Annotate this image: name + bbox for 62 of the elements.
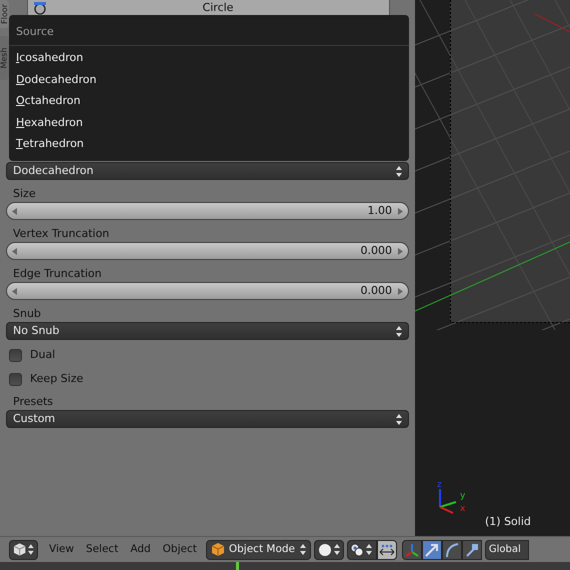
up-down-arrows-icon	[366, 543, 372, 556]
manipulator-button[interactable]	[462, 540, 482, 560]
dropdown[interactable]: Dodecahedron	[6, 162, 409, 180]
menu-title: Source	[16, 24, 54, 40]
checkbox-label: Keep Size	[30, 370, 84, 387]
sphere-icon	[318, 542, 332, 556]
number-field[interactable]: 1.00	[6, 202, 409, 220]
up-down-arrows-icon	[396, 412, 402, 426]
mode-dropdown[interactable]: Object Mode	[206, 540, 311, 560]
dropdown[interactable]: Custom	[6, 410, 409, 428]
up-down-arrows-icon	[396, 164, 402, 178]
field-label: Vertex Truncation	[12, 226, 110, 242]
field-label: Presets	[12, 394, 54, 410]
pivot-icon	[350, 542, 364, 556]
left-arrow-icon[interactable]	[12, 208, 17, 214]
menu-item[interactable]: Dodecahedron	[9, 69, 409, 91]
menu-item[interactable]: Tetrahedron	[9, 134, 409, 156]
shading-dropdown[interactable]	[314, 540, 344, 560]
checkbox[interactable]	[9, 372, 22, 386]
up-down-arrows-icon	[334, 543, 340, 556]
menu-button[interactable]: Select	[86, 542, 118, 558]
axis-label: y	[460, 491, 466, 501]
side-tab[interactable]: Floor	[0, 0, 9, 28]
manipulator-button[interactable]	[442, 540, 462, 560]
right-arrow-icon[interactable]	[398, 288, 403, 294]
field-label: Size	[12, 186, 37, 202]
right-arrow-icon[interactable]	[398, 208, 403, 214]
checkbox[interactable]	[9, 348, 22, 362]
arrow-icon	[424, 542, 440, 558]
manipulator-button[interactable]	[402, 540, 422, 560]
arc-icon	[444, 542, 460, 558]
field-label: Snub	[12, 306, 42, 322]
menu-button[interactable]: Object	[162, 542, 197, 558]
left-arrow-icon[interactable]	[12, 288, 17, 294]
axes-icon	[404, 542, 420, 558]
checkbox-label: Dual	[30, 346, 56, 363]
left-arrow-icon[interactable]	[12, 248, 17, 254]
cube-icon	[210, 542, 225, 557]
scale-icon	[464, 542, 480, 558]
orientation-dropdown[interactable]: Global	[484, 540, 529, 560]
snap-toggle[interactable]	[376, 540, 397, 560]
up-down-arrows-icon	[300, 543, 306, 556]
up-down-arrows-icon	[396, 324, 402, 338]
axis-label: x	[460, 504, 466, 514]
right-arrow-icon[interactable]	[398, 248, 403, 254]
menu-item[interactable]: Icosahedron	[9, 48, 409, 70]
field-label: Edge Truncation	[12, 266, 103, 282]
up-down-arrows-icon	[28, 543, 34, 556]
viewport-info: (1) Solid	[485, 514, 531, 530]
editor-type-button[interactable]	[9, 540, 38, 560]
pivot-dropdown[interactable]	[346, 540, 377, 560]
axis-label: z	[437, 480, 442, 490]
menu-button[interactable]: View	[49, 542, 74, 558]
arrows-icon	[378, 542, 395, 556]
number-field[interactable]: 0.000	[6, 242, 409, 260]
dropdown[interactable]: No Snub	[6, 322, 409, 340]
number-field[interactable]: 0.000	[6, 282, 409, 300]
menu-button[interactable]: Add	[130, 542, 151, 558]
list-item[interactable]: Circle	[27, 0, 390, 15]
menu-item[interactable]: Octahedron	[9, 90, 409, 112]
manipulator-button[interactable]	[422, 540, 442, 560]
menu-item[interactable]: Hexahedron	[9, 112, 409, 134]
